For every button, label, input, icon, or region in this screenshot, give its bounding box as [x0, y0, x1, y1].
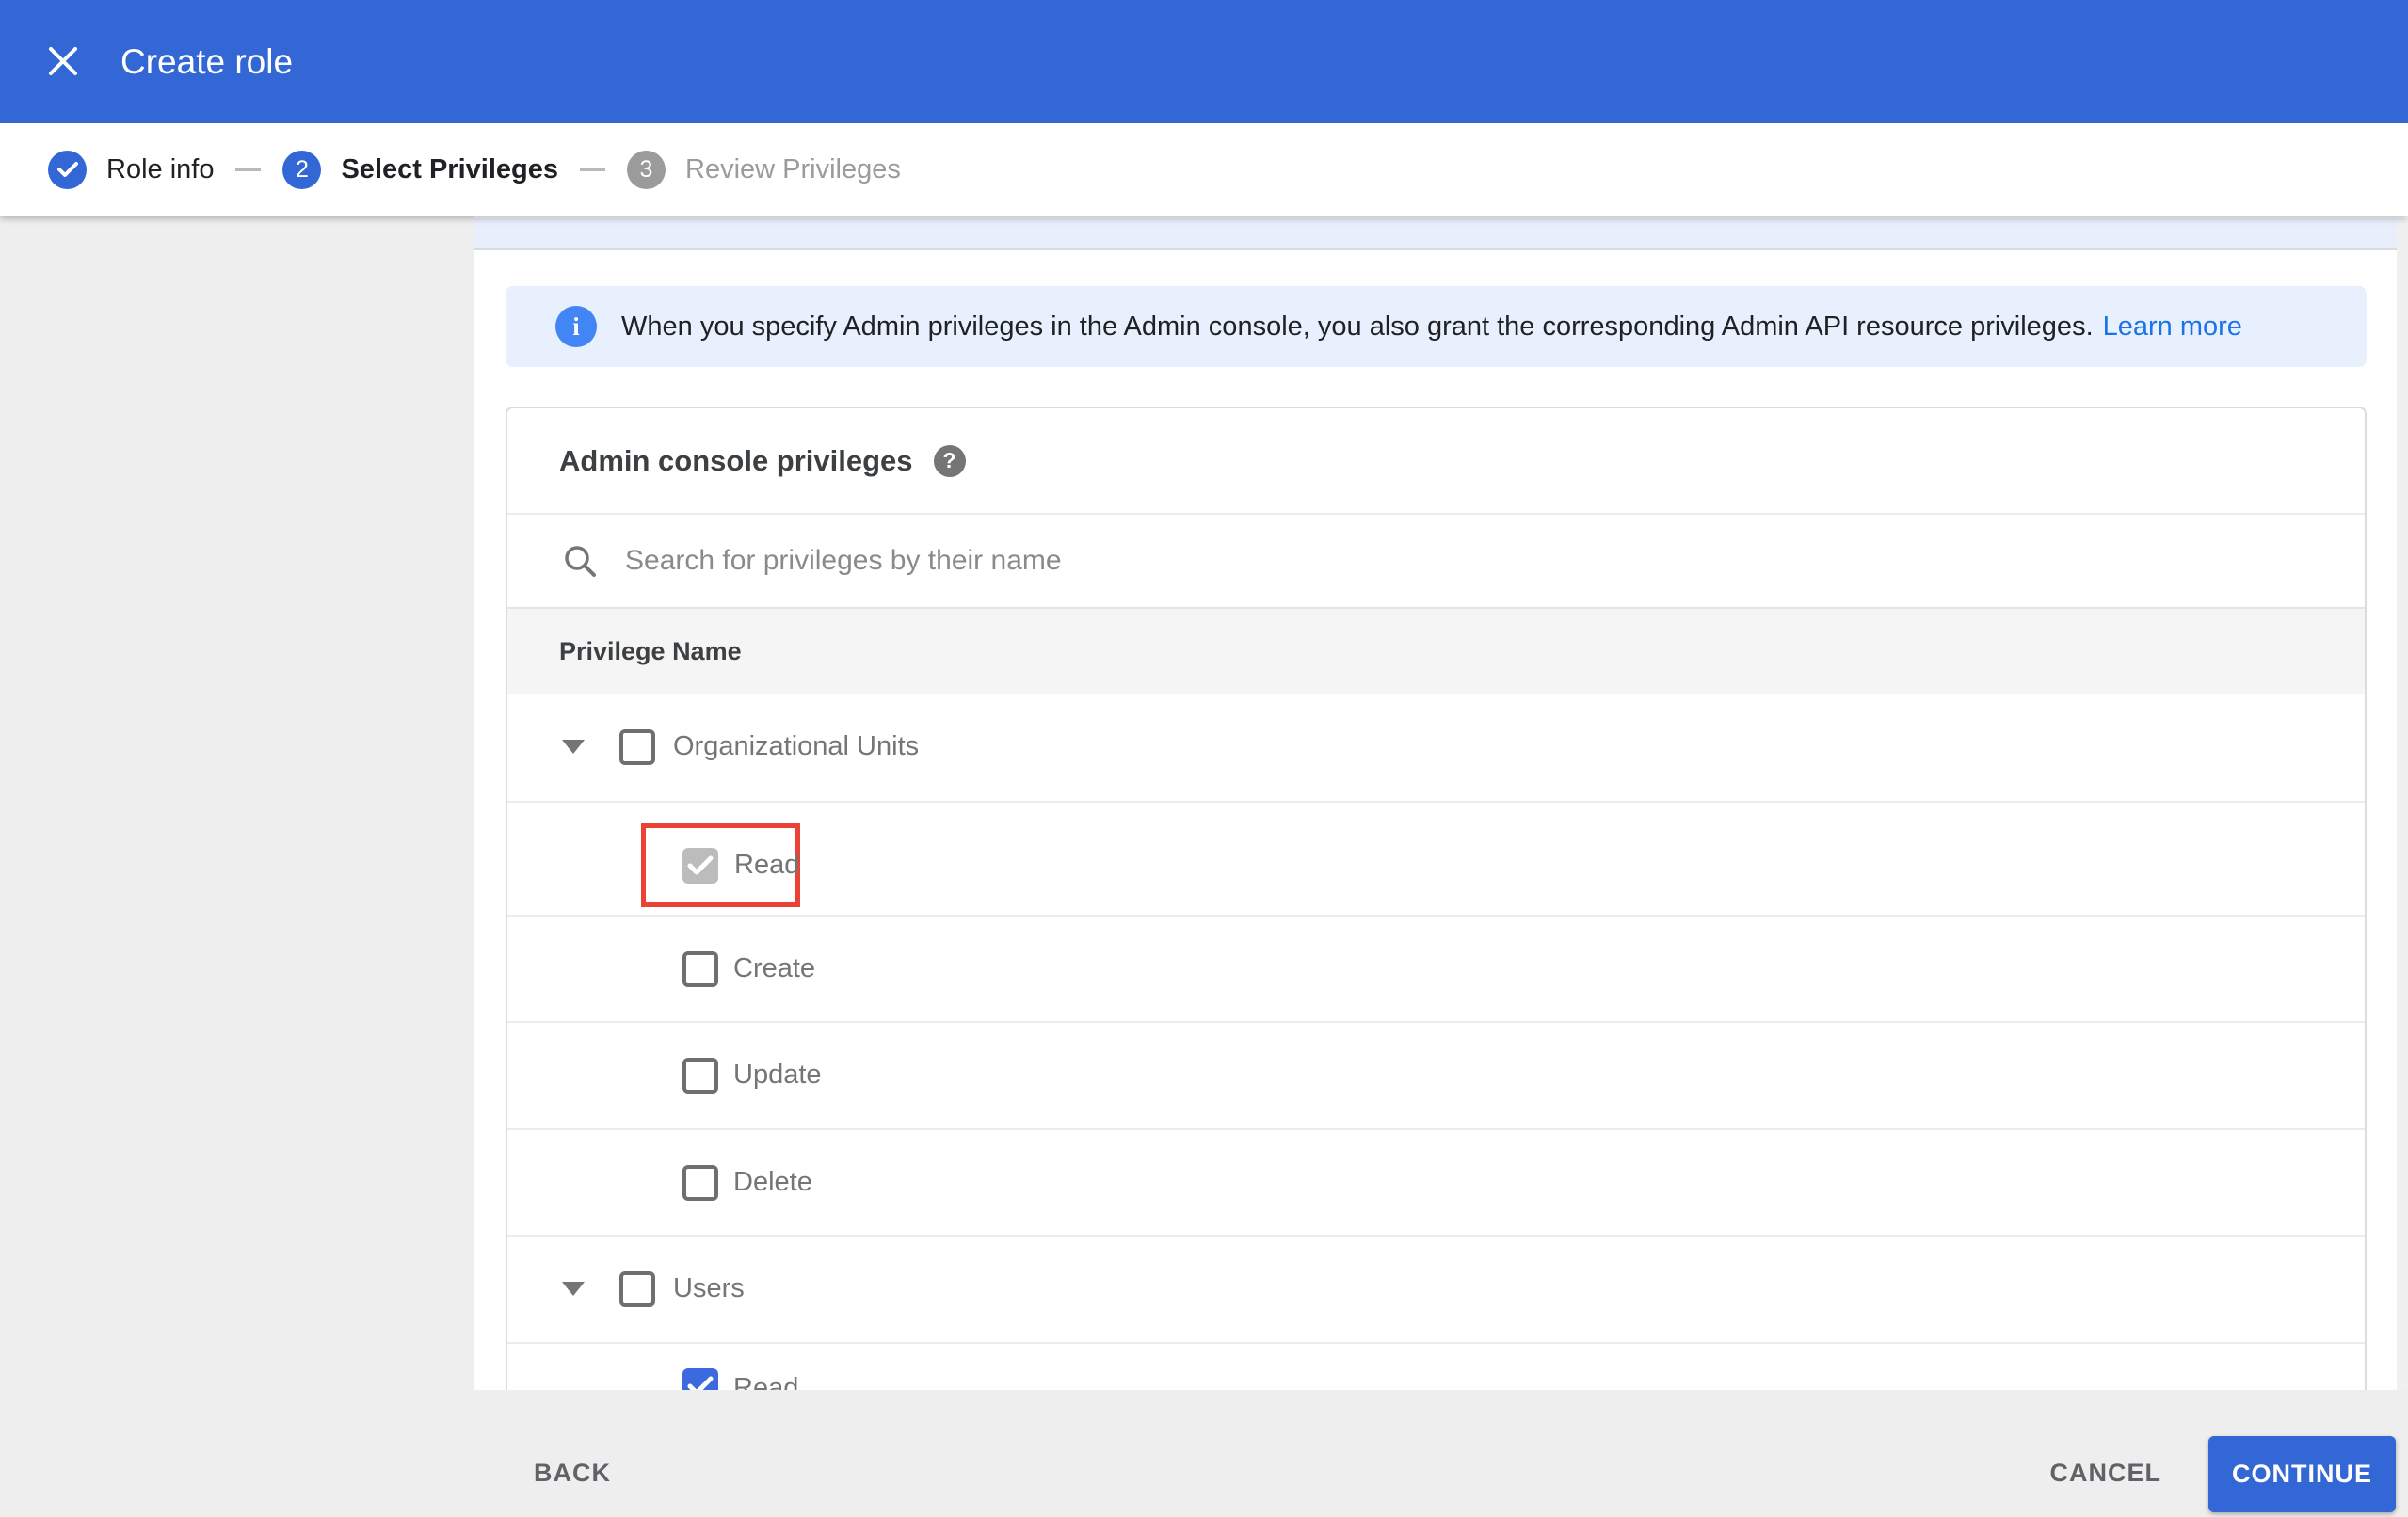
appbar: Create role: [0, 0, 2408, 123]
create-role-dialog: Create role Role info 2 Select Privilege…: [0, 0, 2408, 1517]
checkbox-organizational-units[interactable]: [619, 729, 655, 765]
cancel-button[interactable]: CANCEL: [2050, 1459, 2162, 1488]
row-label: Delete: [733, 1166, 812, 1197]
card-title-row: Admin console privileges ?: [507, 408, 2365, 513]
table-row: Users: [507, 1235, 2365, 1342]
checkmark-icon: [687, 1376, 714, 1390]
vertical-scrollbar[interactable]: [2397, 218, 2408, 1390]
table-row: Read: [507, 1342, 2365, 1390]
focus-ring: Read: [641, 823, 800, 907]
row-label: Organizational Units: [673, 731, 920, 761]
privilege-search-input[interactable]: Search for privileges by their name: [507, 513, 2365, 607]
checkbox-users[interactable]: [619, 1271, 655, 1307]
footer-bar: BACK CANCEL CONTINUE: [0, 1390, 2408, 1517]
table-header-row: Privilege Name: [507, 607, 2365, 694]
checkbox-ou-update[interactable]: [682, 1058, 718, 1094]
search-placeholder: Search for privileges by their name: [625, 545, 1062, 576]
checkmark-icon: [687, 855, 714, 874]
table-row: Delete: [507, 1128, 2365, 1235]
table-row: Read: [507, 801, 2365, 915]
step-connector: [580, 168, 605, 171]
checkbox-ou-delete[interactable]: [682, 1164, 718, 1201]
banner-text: When you specify Admin privileges in the…: [621, 311, 2094, 342]
main-panel: i When you specify Admin privileges in t…: [474, 216, 2408, 1390]
table-row: Create: [507, 915, 2365, 1021]
stepper: Role info 2 Select Privileges 3 Review P…: [0, 123, 2408, 216]
back-button[interactable]: BACK: [534, 1459, 611, 1488]
privileges-card: Admin console privileges ? Search for pr…: [506, 407, 2367, 1390]
column-header-privilege-name: Privilege Name: [559, 636, 742, 665]
card-title: Admin console privileges: [559, 443, 913, 477]
checkbox-ou-read[interactable]: [682, 847, 718, 884]
step1-done-check-icon: [48, 150, 87, 189]
step-connector: [235, 168, 262, 171]
step-role-info[interactable]: Role info: [48, 150, 215, 189]
help-icon[interactable]: ?: [933, 444, 966, 477]
table-row: Update: [507, 1021, 2365, 1128]
step2-number: 2: [282, 150, 322, 189]
continue-button[interactable]: CONTINUE: [2208, 1436, 2396, 1512]
content-region: i When you specify Admin privileges in t…: [0, 216, 2408, 1390]
close-icon-glyph: [49, 47, 77, 75]
collapse-arrow-icon[interactable]: [562, 1282, 585, 1296]
close-icon[interactable]: [45, 43, 81, 79]
scrolled-row-edge: [474, 218, 2397, 250]
checkbox-ou-create[interactable]: [682, 950, 718, 987]
step1-label: Role info: [106, 153, 215, 184]
info-banner: i When you specify Admin privileges in t…: [506, 286, 2367, 367]
step2-label: Select Privileges: [341, 153, 558, 184]
row-label: Read: [734, 850, 800, 880]
table-row: Organizational Units: [507, 694, 2365, 801]
row-label: Read: [733, 1373, 799, 1390]
step3-number: 3: [627, 150, 666, 189]
step-review-privileges[interactable]: 3 Review Privileges: [627, 150, 901, 189]
row-label: Update: [733, 1060, 822, 1090]
step-select-privileges[interactable]: 2 Select Privileges: [282, 150, 558, 189]
info-icon: i: [555, 306, 597, 347]
page-title: Create role: [120, 41, 294, 81]
collapse-arrow-icon[interactable]: [562, 740, 585, 754]
learn-more-link[interactable]: Learn more: [2103, 311, 2242, 343]
step3-label: Review Privileges: [685, 153, 901, 184]
checkbox-users-read[interactable]: [682, 1368, 718, 1390]
row-label: Create: [733, 952, 816, 983]
search-icon: [565, 546, 596, 577]
row-label: Users: [673, 1273, 745, 1303]
